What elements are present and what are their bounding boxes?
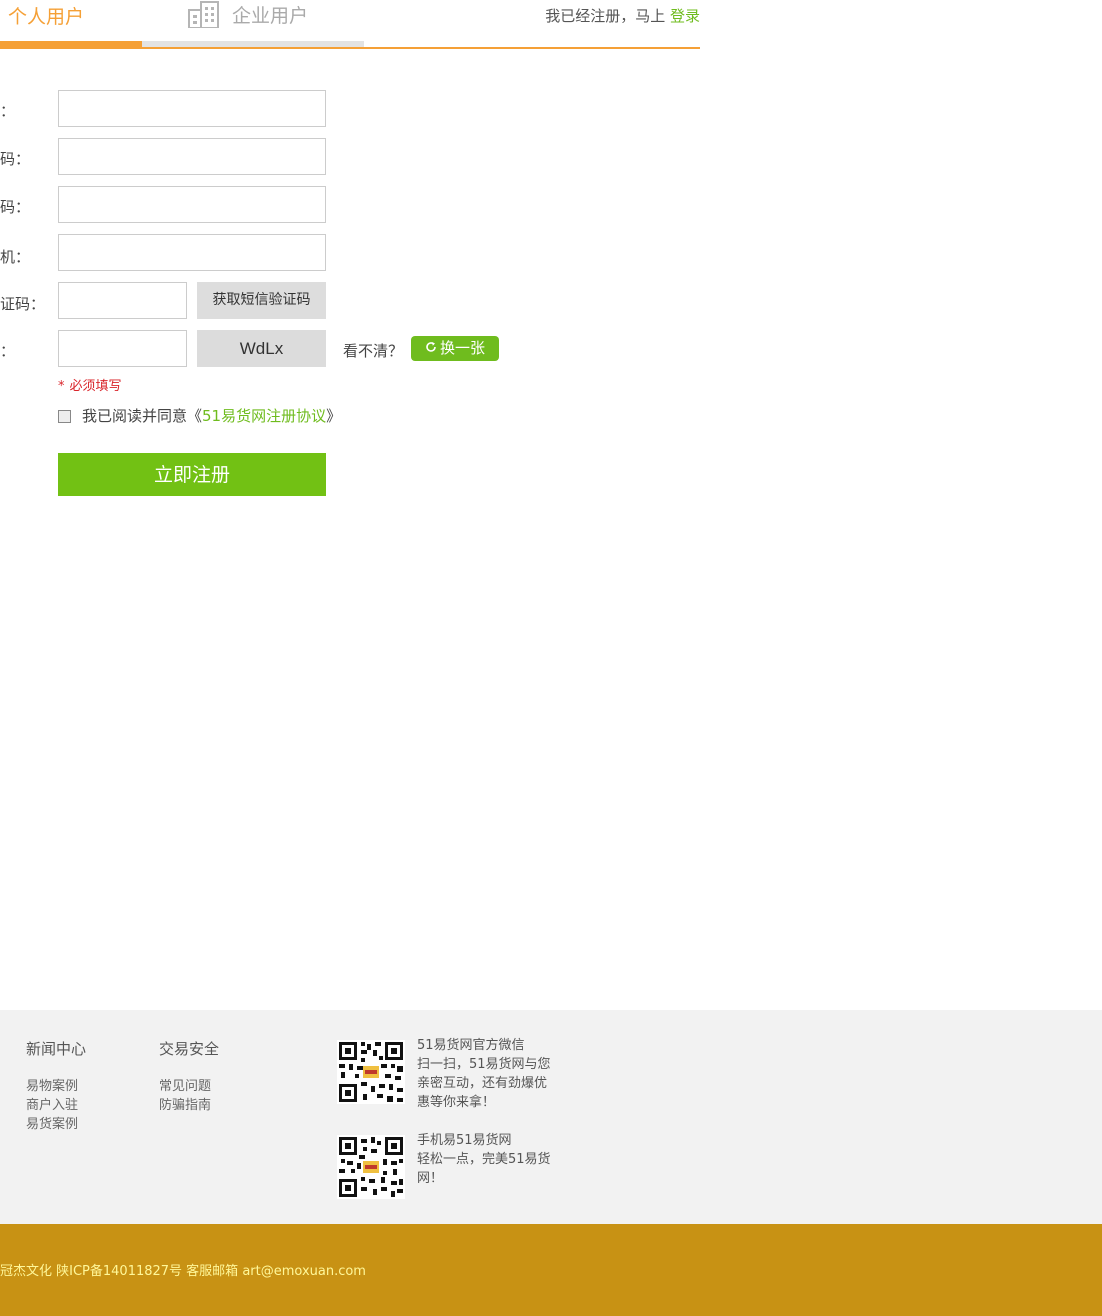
refresh-captcha-button[interactable]: 换一张 [411,336,499,361]
footer-link[interactable]: 防骗指南 [159,1096,219,1115]
confirm-password-input[interactable] [58,186,326,223]
footer-col-news: 新闻中心 易物案例 商户入驻 易货案例 [26,1038,86,1134]
refresh-captcha-label: 换一张 [439,339,485,357]
phone-label: 机： [0,248,31,266]
tab-personal-user[interactable]: 个人用户 [0,0,142,48]
tab-company-user[interactable]: 企业用户 [142,0,364,48]
footer-link[interactable]: 易物案例 [26,1077,86,1096]
wechat-qr-body: 扫一扫，51易货网与您亲密互动，还有劲爆优惠等你来拿！ [417,1057,551,1110]
registration-tabs: 个人用户 企业用户 我已经注册，马上 登录 [0,0,700,50]
mobile-qr-title: 手机易51易货网 [417,1133,512,1148]
login-link[interactable]: 登录 [670,7,700,25]
username-label: ： [0,102,16,120]
tab-personal-label: 个人用户 [8,6,85,28]
username-input[interactable] [58,90,326,127]
building-icon [188,1,219,28]
copyright-text: 冠杰文化 陕ICP备14011827号 客服邮箱 art@emoxuan.com [0,1264,366,1279]
captcha-input[interactable] [58,330,187,367]
confirm-password-label: 码： [0,198,31,216]
footer: 新闻中心 易物案例 商户入驻 易货案例 交易安全 常见问题 防骗指南 51易货网… [0,1010,1102,1224]
agreement-prefix: 我已阅读并同意《 [82,407,203,425]
required-note: * 必须填写 [58,375,122,394]
mobile-qr-body: 轻松一点，完美51易货网！ [417,1152,551,1186]
qr-code-mobile [337,1135,405,1199]
password-label: 码： [0,150,31,168]
qr-code-wechat [337,1040,405,1104]
mobile-qr-description: 手机易51易货网 轻松一点，完美51易货网！ [417,1131,559,1188]
footer-link[interactable]: 商户入驻 [26,1096,86,1115]
login-hint-text: 我已经注册，马上 [545,7,666,25]
agreement-text: 我已阅读并同意《51易货网注册协议》 [82,405,341,426]
password-input[interactable] [58,138,326,175]
agreement-link[interactable]: 51易货网注册协议 [202,407,326,425]
phone-input[interactable] [58,234,326,271]
sms-code-input[interactable] [58,282,187,319]
footer-link[interactable]: 易货案例 [26,1115,86,1134]
captcha-image[interactable]: WdLx [197,330,326,367]
captcha-label: ： [0,342,16,360]
wechat-qr-title: 51易货网官方微信 [417,1038,525,1053]
wechat-qr-description: 51易货网官方微信 扫一扫，51易货网与您亲密互动，还有劲爆优惠等你来拿！ [417,1036,559,1112]
agreement-suffix: 》 [326,407,342,425]
copyright-bar: 冠杰文化 陕ICP备14011827号 客服邮箱 art@emoxuan.com [0,1224,1102,1316]
refresh-icon [426,342,436,352]
footer-col-news-title: 新闻中心 [26,1040,87,1058]
cant-see-text: 看不清？ [343,342,404,360]
footer-col-security-title: 交易安全 [159,1040,220,1058]
required-note-text: 必须填写 [69,379,122,394]
register-button[interactable]: 立即注册 [58,453,326,496]
required-star: * [58,379,65,394]
tab-company-label: 企业用户 [232,5,309,27]
get-sms-code-button[interactable]: 获取短信验证码 [197,282,326,319]
footer-link[interactable]: 常见问题 [159,1077,219,1096]
footer-col-security: 交易安全 常见问题 防骗指南 [159,1038,219,1115]
login-hint: 我已经注册，马上 登录 [545,5,700,26]
tabs-divider [0,47,700,49]
sms-code-label: 证码： [0,295,46,313]
agreement-checkbox[interactable] [58,410,71,423]
